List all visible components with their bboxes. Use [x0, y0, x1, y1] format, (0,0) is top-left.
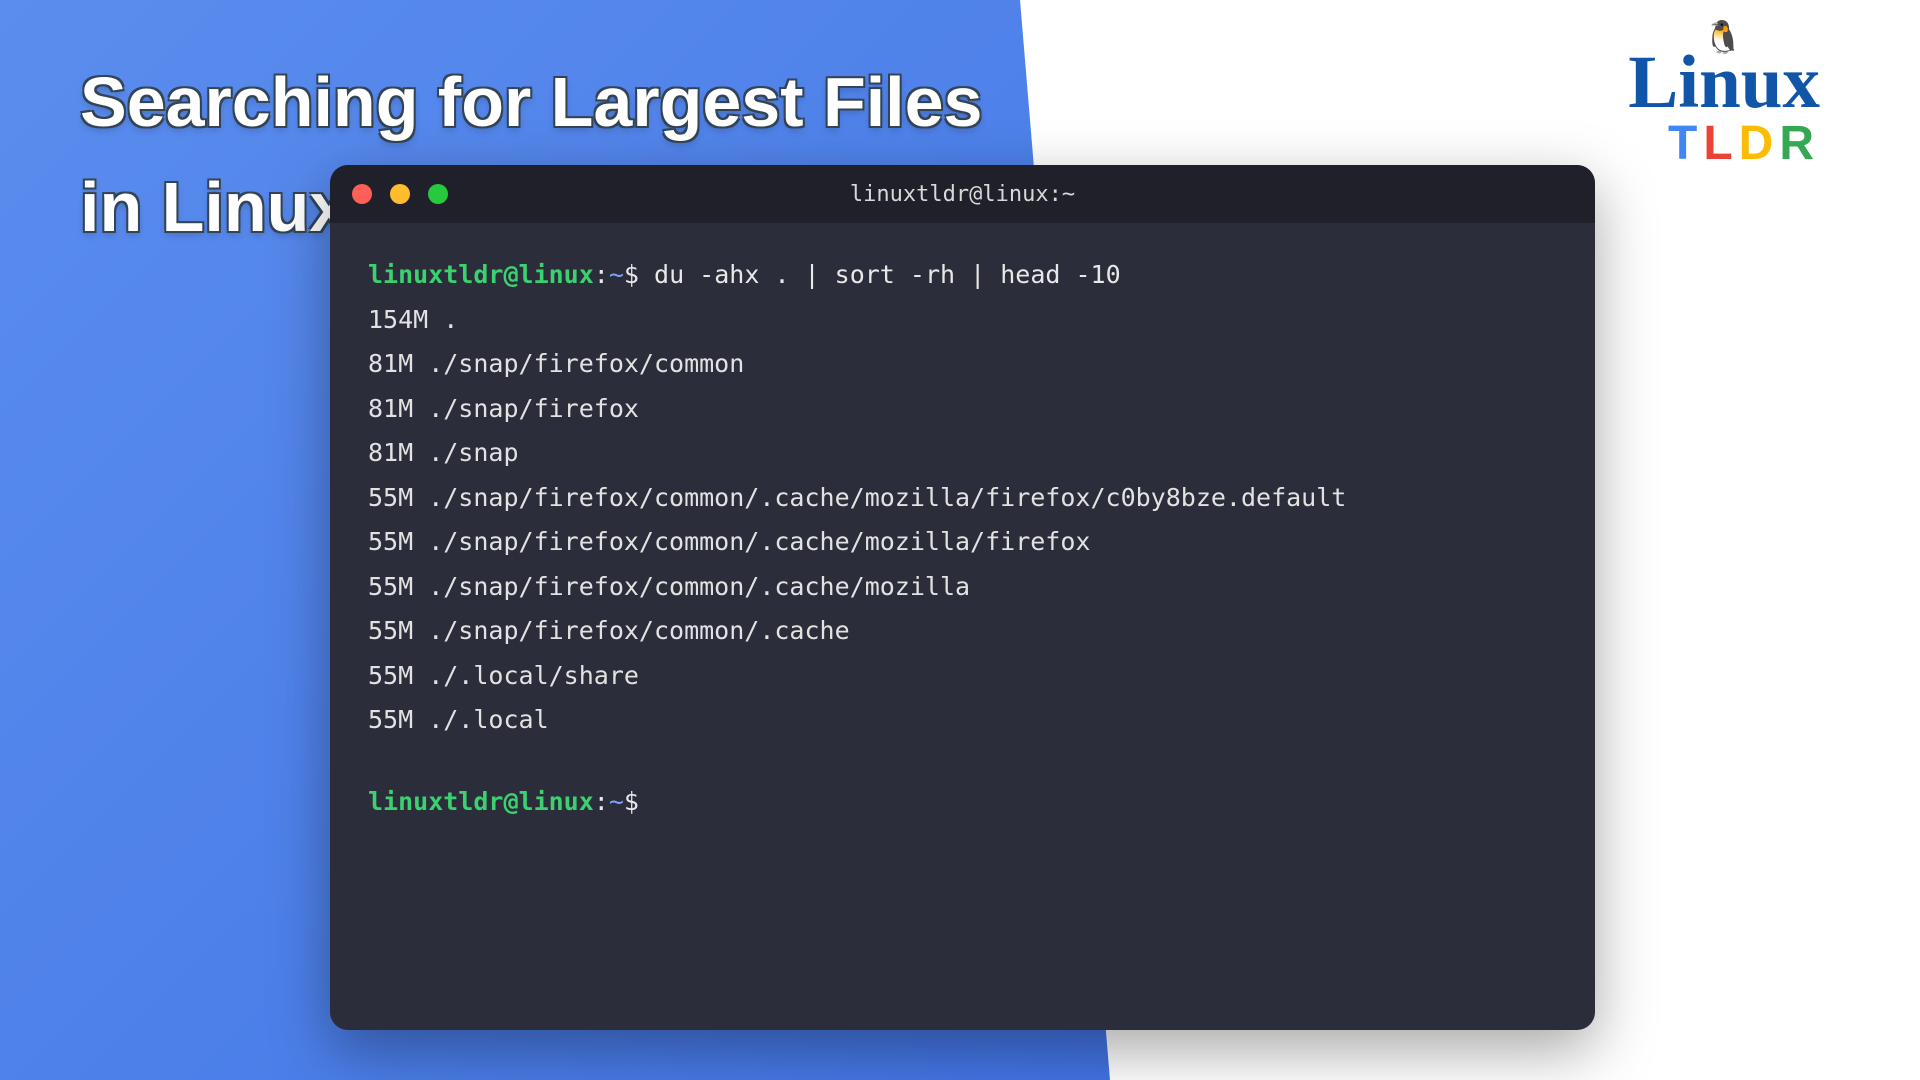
terminal-title-text: linuxtldr@linux:~ [850, 182, 1075, 207]
blank-line [368, 743, 1557, 781]
terminal-line-command: linuxtldr@linux:~$ du -ahx . | sort -rh … [368, 253, 1557, 298]
prompt-dollar: $ [624, 787, 639, 816]
terminal-line-prompt: linuxtldr@linux:~$ [368, 780, 1557, 825]
output-line: 55M ./snap/firefox/common/.cache [368, 609, 1557, 654]
output-line: 81M ./snap/firefox [368, 387, 1557, 432]
terminal-body[interactable]: linuxtldr@linux:~$ du -ahx . | sort -rh … [330, 223, 1595, 855]
output-line: 55M ./.local [368, 698, 1557, 743]
title-line-1: Searching for Largest Files [80, 50, 982, 155]
terminal-titlebar: linuxtldr@linux:~ [330, 165, 1595, 223]
output-line: 55M ./snap/firefox/common/.cache/mozilla… [368, 520, 1557, 565]
prompt-colon: : [594, 260, 609, 289]
output-line: 55M ./snap/firefox/common/.cache/mozilla… [368, 476, 1557, 521]
brand-logo: 🐧 Linux TLDR [1628, 40, 1820, 171]
close-icon[interactable] [352, 184, 372, 204]
output-line: 81M ./snap/firefox/common [368, 342, 1557, 387]
prompt-user: linuxtldr@linux [368, 787, 594, 816]
output-line: 55M ./snap/firefox/common/.cache/mozilla [368, 565, 1557, 610]
prompt-path: ~ [609, 787, 624, 816]
page-canvas: Searching for Largest Files in Linux 🐧 L… [0, 0, 1920, 1080]
prompt-path: ~ [609, 260, 624, 289]
prompt-colon: : [594, 787, 609, 816]
terminal-window: linuxtldr@linux:~ linuxtldr@linux:~$ du … [330, 165, 1595, 1030]
prompt-user: linuxtldr@linux [368, 260, 594, 289]
maximize-icon[interactable] [428, 184, 448, 204]
penguin-icon: 🐧 [1703, 18, 1743, 56]
command-text: du -ahx . | sort -rh | head -10 [654, 260, 1121, 289]
prompt-dollar: $ [624, 260, 639, 289]
minimize-icon[interactable] [390, 184, 410, 204]
output-line: 154M . [368, 298, 1557, 343]
output-line: 81M ./snap [368, 431, 1557, 476]
output-line: 55M ./.local/share [368, 654, 1557, 699]
logo-linux-word: 🐧 Linux [1628, 40, 1820, 126]
window-controls [352, 184, 448, 204]
